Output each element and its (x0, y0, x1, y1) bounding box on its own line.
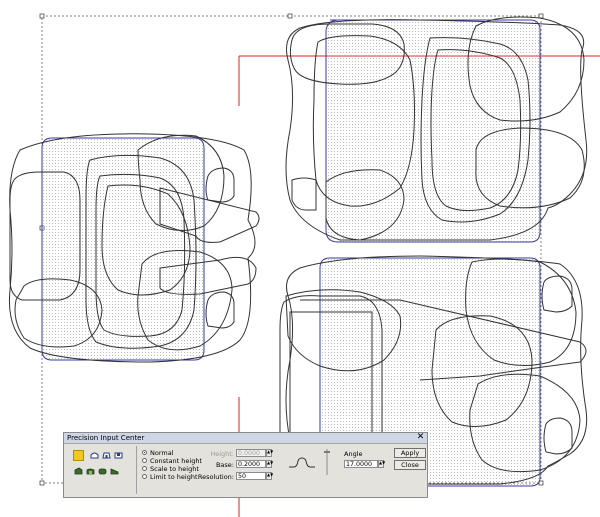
separator (136, 446, 137, 494)
bevel-icon[interactable] (102, 451, 111, 459)
close-button[interactable]: Close (394, 460, 426, 470)
dialog-title: Precision Input Center (67, 434, 145, 442)
height-spinner[interactable]: ▲▼ (266, 449, 273, 457)
color-swatch[interactable] (73, 450, 84, 461)
pillow-icon[interactable] (86, 467, 95, 475)
round-icon[interactable] (98, 467, 107, 475)
height-field[interactable]: 0.0000 (236, 449, 266, 457)
seat-shape-left[interactable] (8, 133, 260, 363)
resolution-label: Resolution: (197, 473, 234, 481)
angle-label: Angle (344, 450, 363, 458)
resize-handle-tr[interactable] (538, 13, 544, 19)
angle-spinner[interactable]: ▲▼ (378, 460, 385, 468)
mode-normal[interactable]: Normal (142, 448, 174, 457)
base-spinner[interactable]: ▲▼ (266, 460, 273, 468)
resize-handle-tl[interactable] (39, 13, 45, 19)
mode-label: Normal (150, 448, 174, 457)
resolution-field[interactable]: 50 (236, 472, 266, 480)
dialog-title-bar[interactable]: Precision Input Center ✕ (64, 433, 427, 444)
dome-icon[interactable] (90, 451, 99, 459)
apply-button[interactable]: Apply (394, 448, 426, 458)
base-field[interactable]: 0.2000 (236, 460, 266, 468)
slider-thumb[interactable] (324, 451, 330, 453)
resize-handle-tm[interactable] (287, 13, 293, 19)
radio-icon[interactable] (142, 458, 147, 463)
close-icon[interactable]: ✕ (416, 433, 425, 442)
precision-input-dialog[interactable]: Precision Input Center ✕ Normal Constant… (63, 432, 428, 498)
resolution-spinner[interactable]: ▲▼ (266, 472, 273, 480)
ramp-icon[interactable] (74, 467, 83, 475)
resize-handle-bl[interactable] (39, 480, 45, 486)
channel-icon[interactable] (114, 451, 123, 459)
angle-icon[interactable] (110, 467, 119, 475)
angle-field[interactable]: 17.0000 (344, 460, 378, 468)
radio-icon[interactable] (142, 450, 147, 455)
height-label: Height: (210, 450, 234, 458)
base-label: Base: (215, 461, 234, 469)
profile-preview-icon (289, 457, 315, 468)
radio-icon[interactable] (142, 466, 147, 471)
seat-shape-top-right[interactable] (285, 16, 588, 243)
radio-icon[interactable] (142, 474, 147, 479)
